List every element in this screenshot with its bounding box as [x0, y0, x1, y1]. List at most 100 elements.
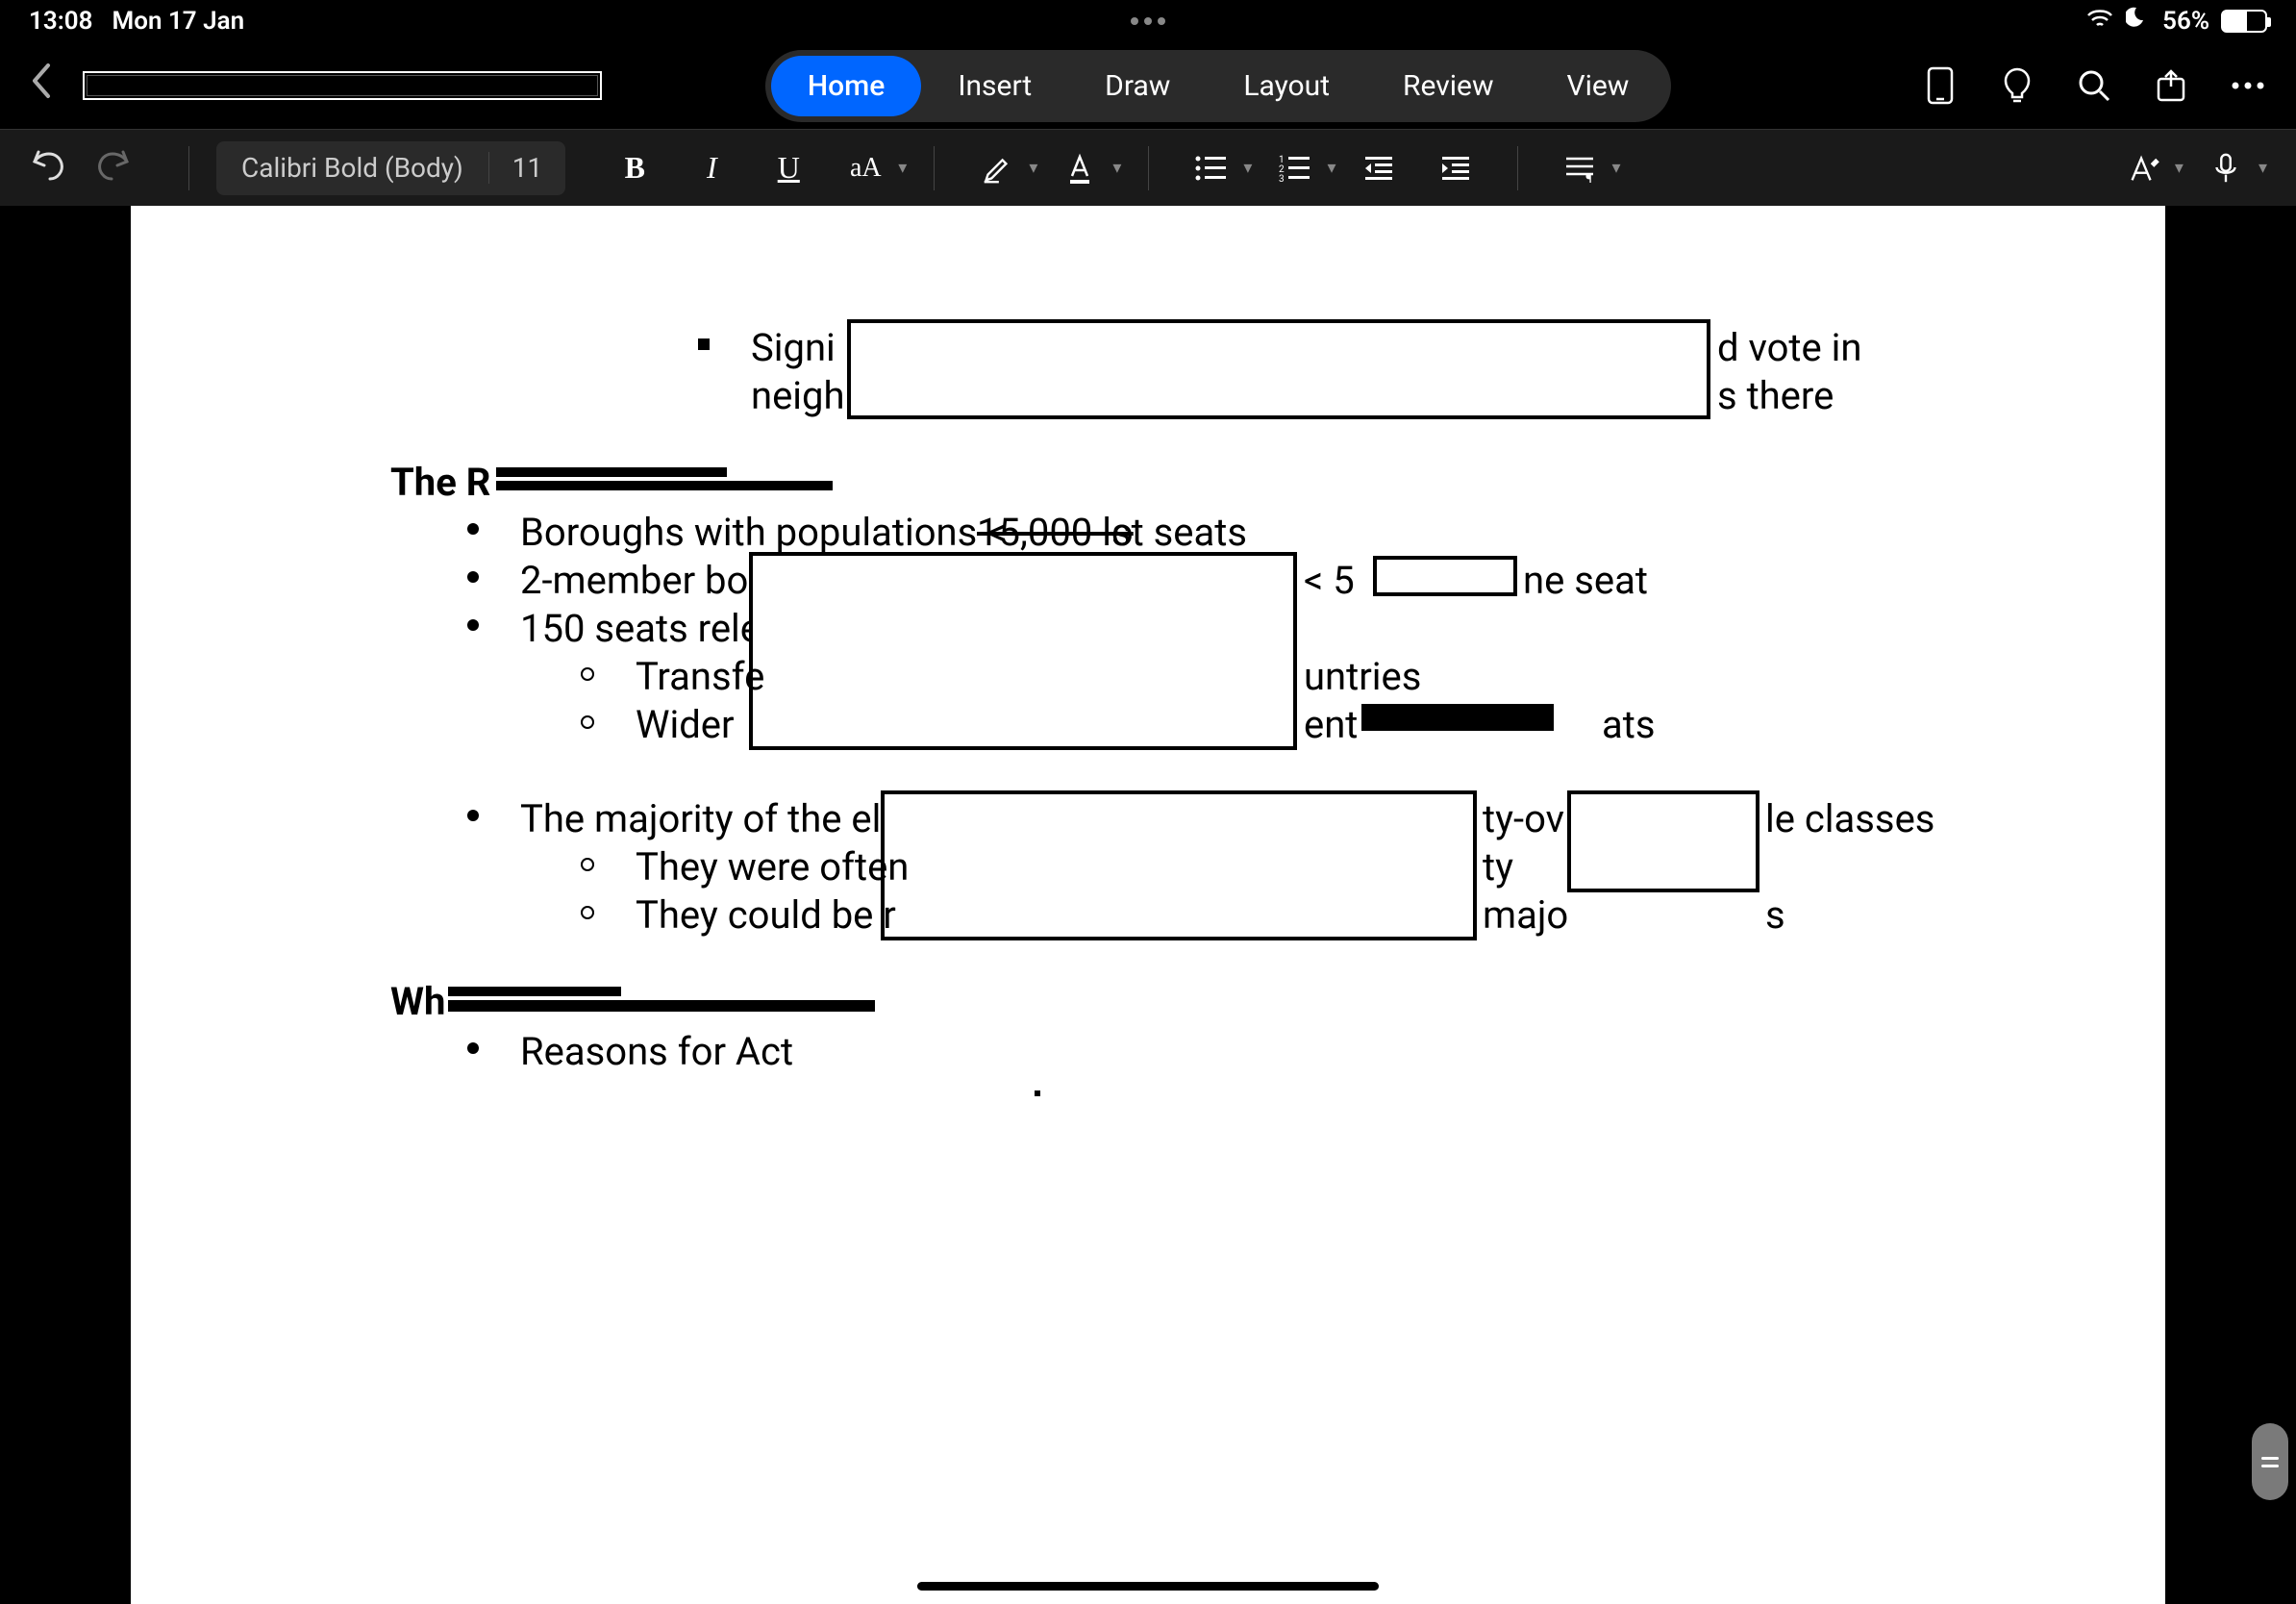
font-color-button[interactable]	[1051, 139, 1109, 197]
doc-text[interactable]: le classes	[1765, 792, 1934, 846]
tab-draw[interactable]: Draw	[1068, 56, 1207, 116]
scroll-handle[interactable]	[2252, 1423, 2288, 1500]
doc-text[interactable]: ne seat	[1523, 554, 1648, 608]
bullet	[467, 810, 479, 821]
wifi-icon	[2085, 7, 2114, 37]
chevron-down-icon: ▾	[1612, 158, 1621, 178]
share-icon[interactable]	[2152, 66, 2190, 105]
chevron-down-icon: ▾	[2259, 158, 2267, 178]
document-page[interactable]: Signi d vote in neigh s there The R Boro…	[131, 206, 2165, 1604]
redaction-bar	[496, 467, 727, 477]
bullet	[467, 1042, 479, 1054]
redaction-box	[749, 552, 1297, 750]
doc-text[interactable]: Signi	[751, 321, 836, 375]
redaction-bar	[1361, 704, 1554, 731]
format-bar: Calibri Bold (Body) 11 B I U aA ▾ ▾ ▾	[0, 129, 2296, 206]
search-icon[interactable]	[2075, 66, 2113, 105]
chevron-down-icon: ▾	[1112, 158, 1121, 178]
square-bullet	[698, 338, 710, 350]
doc-text[interactable]: ent	[1304, 698, 1358, 752]
doc-text[interactable]: 150 seats relea	[520, 602, 782, 656]
doc-text[interactable]: Transfe	[636, 650, 764, 704]
tab-layout[interactable]: Layout	[1207, 56, 1366, 116]
document-title-field[interactable]	[83, 71, 602, 100]
status-time: 13:08	[29, 7, 93, 36]
text-case-button[interactable]: aA	[836, 139, 894, 197]
doc-text[interactable]: Wider	[636, 698, 735, 752]
bullets-button[interactable]	[1182, 139, 1239, 197]
sub-bullet	[581, 858, 594, 871]
more-icon[interactable]	[2229, 66, 2267, 105]
undo-button[interactable]	[29, 144, 67, 191]
highlight-button[interactable]	[967, 139, 1025, 197]
bullet	[467, 571, 479, 583]
hint-icon[interactable]	[1998, 66, 2036, 105]
italic-button[interactable]: I	[683, 139, 740, 197]
redaction-box	[1373, 556, 1517, 596]
ribbon-tabs: Home Insert Draw Layout Review View	[765, 50, 1672, 122]
underline-button[interactable]: U	[760, 139, 817, 197]
svg-text:¶: ¶	[1585, 171, 1592, 186]
redaction-bar	[448, 987, 621, 996]
paragraph-button[interactable]: ¶	[1551, 139, 1609, 197]
status-bar: 13:08 Mon 17 Jan 56%	[0, 0, 2296, 42]
doc-text[interactable]: s there	[1717, 369, 1834, 423]
chevron-down-icon: ▾	[1029, 158, 1037, 178]
dnd-icon	[2126, 6, 2151, 38]
status-date: Mon 17 Jan	[112, 7, 245, 36]
doc-text[interactable]: 2-member bor	[520, 554, 761, 608]
bullet	[467, 619, 479, 631]
increase-indent-button[interactable]	[1427, 139, 1485, 197]
chevron-down-icon: ▾	[898, 158, 907, 178]
mobile-view-icon[interactable]	[1921, 66, 1959, 105]
numbered-list-button[interactable]: 1 2 3	[1265, 139, 1323, 197]
decrease-indent-button[interactable]	[1350, 139, 1408, 197]
redaction-box	[847, 319, 1710, 419]
doc-heading[interactable]: The R	[390, 456, 490, 510]
dictate-button[interactable]	[2197, 139, 2255, 197]
text-cursor	[1035, 1090, 1040, 1096]
svg-text:3: 3	[1279, 174, 1285, 185]
doc-text[interactable]: Reasons for Act	[520, 1025, 793, 1079]
main-toolbar: Home Insert Draw Layout Review View	[0, 42, 2296, 129]
document-canvas[interactable]: Signi d vote in neigh s there The R Boro…	[0, 206, 2296, 1604]
sub-bullet	[581, 715, 594, 729]
redaction-box	[881, 790, 1477, 940]
doc-text[interactable]: ty-ov	[1483, 792, 1564, 846]
doc-text[interactable]: ats	[1602, 698, 1656, 752]
bold-button[interactable]: B	[606, 139, 663, 197]
redaction-bar	[448, 1000, 875, 1012]
doc-text[interactable]: ty	[1483, 840, 1513, 894]
doc-text[interactable]: s	[1765, 889, 1785, 942]
sub-bullet	[581, 667, 594, 681]
doc-text[interactable]: neigh	[751, 369, 845, 423]
bullet	[467, 523, 479, 535]
font-selector[interactable]: Calibri Bold (Body) 11	[216, 141, 565, 195]
redaction-box	[1567, 790, 1759, 892]
tab-insert[interactable]: Insert	[921, 56, 1068, 116]
chevron-down-icon: ▾	[1243, 158, 1252, 178]
multitask-dots[interactable]	[1131, 17, 1165, 25]
battery-percent: 56%	[2162, 7, 2209, 36]
tab-home[interactable]: Home	[771, 56, 922, 116]
tab-view[interactable]: View	[1531, 56, 1666, 116]
redaction-bar	[496, 481, 833, 490]
doc-text[interactable]: < 5	[1304, 554, 1355, 608]
battery-icon	[2221, 10, 2267, 33]
font-name: Calibri Bold (Body)	[216, 152, 488, 184]
doc-text[interactable]: majo	[1483, 889, 1568, 942]
doc-text[interactable]: They were often	[636, 840, 909, 894]
chevron-down-icon: ▾	[2175, 158, 2184, 178]
tab-review[interactable]: Review	[1366, 56, 1530, 116]
doc-text[interactable]: untries	[1304, 650, 1421, 704]
doc-text[interactable]: They could be r	[636, 889, 896, 942]
back-button[interactable]	[29, 60, 56, 113]
font-size: 11	[488, 152, 565, 184]
home-indicator[interactable]	[917, 1582, 1379, 1591]
redo-button[interactable]	[94, 144, 133, 191]
styles-button[interactable]	[2113, 139, 2171, 197]
doc-heading[interactable]: Wh	[390, 975, 445, 1029]
doc-text[interactable]: The majority of the elec	[520, 792, 921, 846]
doc-text[interactable]: d vote in	[1717, 321, 1861, 375]
chevron-down-icon: ▾	[1327, 158, 1335, 178]
